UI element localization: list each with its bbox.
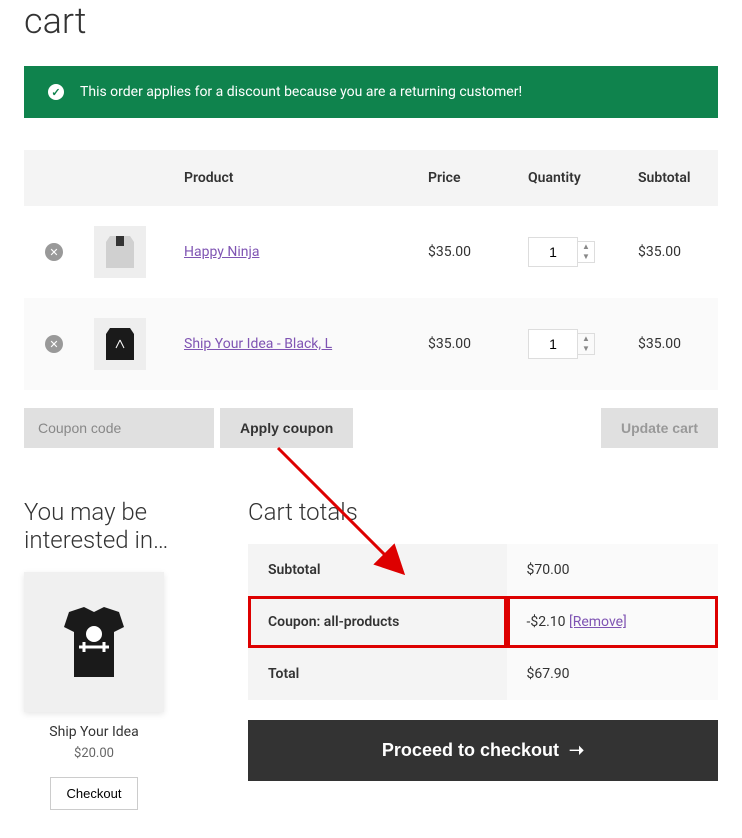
notice-text: This order applies for a discount becaus… bbox=[80, 84, 522, 100]
quantity-input[interactable] bbox=[528, 329, 578, 359]
subtotal-value: $70.00 bbox=[507, 544, 719, 596]
col-remove-header bbox=[24, 150, 84, 206]
remove-item-button[interactable]: ✕ bbox=[45, 243, 63, 261]
col-product-header: Product bbox=[174, 150, 418, 206]
quantity-input[interactable] bbox=[528, 237, 578, 267]
apply-coupon-button[interactable]: Apply coupon bbox=[220, 408, 353, 448]
col-subtotal-header: Subtotal bbox=[628, 150, 718, 206]
upsell-image bbox=[24, 572, 164, 712]
chevron-down-icon[interactable]: ▼ bbox=[578, 344, 594, 354]
cart-table: Product Price Quantity Subtotal ✕ Happy … bbox=[24, 150, 718, 390]
price-cell: $35.00 bbox=[418, 206, 518, 298]
totals-subtotal-row: Subtotal $70.00 bbox=[248, 544, 718, 596]
arrow-right-icon: ➝ bbox=[569, 740, 584, 761]
coupon-value: -$2.10 [Remove] bbox=[507, 596, 719, 648]
cart-actions: Apply coupon Update cart bbox=[24, 408, 718, 448]
product-thumbnail[interactable] bbox=[94, 226, 146, 278]
quantity-stepper[interactable]: ▲▼ bbox=[578, 241, 595, 263]
total-label: Total bbox=[248, 648, 507, 700]
coupon-label: Coupon: all-products bbox=[248, 596, 507, 648]
subtotal-label: Subtotal bbox=[248, 544, 507, 596]
success-notice: This order applies for a discount becaus… bbox=[24, 66, 718, 118]
upsell-checkout-button[interactable]: Checkout bbox=[50, 777, 139, 810]
tshirt-icon bbox=[44, 592, 144, 692]
remove-coupon-link[interactable]: [Remove] bbox=[569, 614, 627, 630]
chevron-up-icon[interactable]: ▲ bbox=[578, 334, 594, 344]
upsell-title: You may be interested in… bbox=[24, 498, 224, 554]
remove-item-button[interactable]: ✕ bbox=[45, 335, 63, 353]
check-icon bbox=[48, 84, 64, 100]
chevron-down-icon[interactable]: ▼ bbox=[578, 252, 594, 262]
upsell-product-price: $20.00 bbox=[24, 746, 164, 761]
update-cart-button[interactable]: Update cart bbox=[601, 408, 718, 448]
col-qty-header: Quantity bbox=[518, 150, 628, 206]
proceed-to-checkout-button[interactable]: Proceed to checkout ➝ bbox=[248, 720, 718, 781]
product-link[interactable]: Happy Ninja bbox=[184, 244, 259, 260]
col-price-header: Price bbox=[418, 150, 518, 206]
hoodie-icon bbox=[96, 228, 144, 276]
coupon-input[interactable] bbox=[24, 408, 214, 448]
totals-title: Cart totals bbox=[248, 498, 718, 526]
product-link[interactable]: Ship Your Idea - Black, L bbox=[184, 336, 332, 352]
upsell-product-name: Ship Your Idea bbox=[24, 724, 164, 740]
cart-totals: Cart totals Subtotal $70.00 Coupon: all-… bbox=[248, 498, 718, 781]
product-thumbnail[interactable] bbox=[94, 318, 146, 370]
total-value: $67.90 bbox=[507, 648, 719, 700]
col-thumb-header bbox=[84, 150, 174, 206]
hoodie-icon bbox=[96, 320, 144, 368]
upsell-card[interactable]: Ship Your Idea $20.00 Checkout bbox=[24, 572, 164, 810]
quantity-stepper[interactable]: ▲▼ bbox=[578, 333, 595, 355]
totals-total-row: Total $67.90 bbox=[248, 648, 718, 700]
price-cell: $35.00 bbox=[418, 298, 518, 390]
table-row: ✕ Ship Your Idea - Black, L $35.00 ▲▼ $3… bbox=[24, 298, 718, 390]
table-row: ✕ Happy Ninja $35.00 ▲▼ $35.00 bbox=[24, 206, 718, 298]
upsell-section: You may be interested in… Ship Your Idea… bbox=[24, 498, 224, 810]
chevron-up-icon[interactable]: ▲ bbox=[578, 242, 594, 252]
totals-table: Subtotal $70.00 Coupon: all-products -$2… bbox=[248, 544, 718, 700]
totals-coupon-row: Coupon: all-products -$2.10 [Remove] bbox=[248, 596, 718, 648]
subtotal-cell: $35.00 bbox=[628, 206, 718, 298]
page-title: cart bbox=[24, 0, 718, 42]
subtotal-cell: $35.00 bbox=[628, 298, 718, 390]
